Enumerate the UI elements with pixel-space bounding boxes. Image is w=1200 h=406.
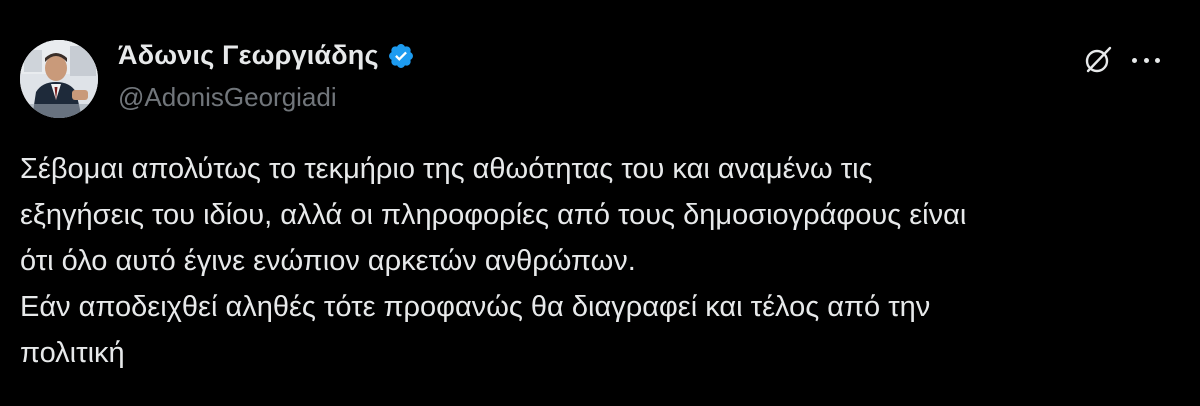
tweet-text-line: Σέβομαι απολύτως το τεκμήριο της αθωότητ… — [20, 153, 873, 185]
avatar[interactable] — [20, 40, 98, 118]
dot-icon — [1155, 57, 1160, 63]
dot-icon — [1143, 57, 1149, 63]
more-options-icon[interactable] — [1128, 46, 1164, 74]
tweet-card: Άδωνις Γεωργιάδης @AdonisGeorgiadi Σέβομ… — [0, 0, 1200, 406]
tweet-text: Σέβομαι απολύτως το τεκμήριο της αθωότητ… — [20, 146, 1180, 376]
verified-badge-icon[interactable] — [387, 42, 415, 70]
tweet-text-line: Εάν αποδειχθεί αληθές τότε προφανώς θα δ… — [20, 291, 931, 323]
tweet-text-line: ότι όλο αυτό έγινε ενώπιον αρκετών ανθρώ… — [20, 245, 636, 277]
author-handle[interactable]: @AdonisGeorgiadi — [118, 82, 337, 113]
tweet-text-line: πολιτική — [20, 337, 125, 369]
dot-icon — [1132, 57, 1137, 63]
author-row: Άδωνις Γεωργιάδης — [118, 40, 415, 71]
author-name[interactable]: Άδωνις Γεωργιάδης — [118, 40, 379, 71]
avatar-photo — [20, 40, 98, 118]
grok-icon[interactable] — [1082, 44, 1114, 76]
tweet-text-line: εξηγήσεις του ιδίου, αλλά οι πληροφορίες… — [20, 199, 967, 231]
